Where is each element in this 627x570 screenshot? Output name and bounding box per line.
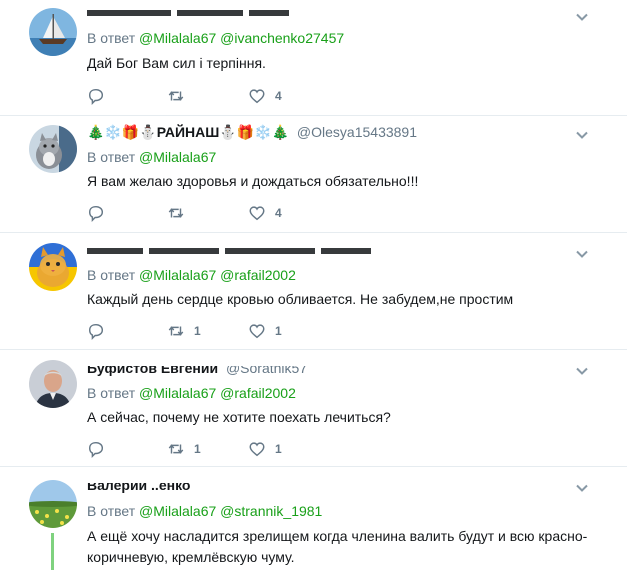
avatar-man-photo	[29, 360, 77, 408]
more-menu-button[interactable]	[575, 481, 589, 495]
like-button[interactable]: 4	[248, 86, 282, 106]
heart-icon	[249, 206, 265, 221]
avatar[interactable]	[29, 360, 77, 408]
more-menu-button[interactable]	[575, 128, 589, 142]
avatar-ship-image	[29, 8, 77, 56]
user-handle[interactable]: @Soratnik57	[226, 366, 307, 376]
retweet-icon	[168, 91, 184, 101]
reply-icon	[88, 441, 104, 458]
mention-link[interactable]: @rafail2002	[220, 267, 296, 283]
heart-icon	[249, 89, 265, 104]
chevron-down-icon	[576, 250, 588, 258]
mention-link[interactable]: @Milalala67	[139, 149, 216, 165]
avatar-cat-image	[29, 125, 77, 173]
avatar[interactable]	[29, 243, 77, 291]
reply-button[interactable]	[87, 439, 114, 459]
like-button[interactable]: 1	[248, 439, 282, 459]
tweet-text: Каждый день сердце кровью обливается. Не…	[87, 291, 514, 307]
retweet-count: 1	[194, 324, 201, 338]
tweet-header: Буфистов Евгений @Soratnik57	[87, 366, 307, 376]
retweet-button[interactable]: 1	[167, 321, 201, 341]
reply-prefix: В ответ	[87, 149, 136, 165]
heart-icon	[249, 442, 265, 457]
tweet-header: Валерий ..енко	[87, 483, 194, 493]
like-button[interactable]: 4	[248, 203, 282, 223]
more-menu-button[interactable]	[575, 10, 589, 24]
user-handle[interactable]: @Olesya15433891	[297, 124, 417, 140]
reply-context: В ответ @Milalala67 @strannik_1981	[87, 502, 322, 520]
reply-button[interactable]	[87, 321, 114, 341]
retweet-count: 1	[194, 442, 201, 456]
like-count: 4	[275, 206, 282, 220]
mention-link[interactable]: @rafail2002	[220, 385, 296, 401]
tweet[interactable]: В ответ @Milalala67 @rafail2002 Каждый д…	[0, 233, 627, 350]
mention-link[interactable]: @strannik_1981	[220, 503, 322, 519]
reply-button[interactable]	[87, 203, 114, 223]
mention-link[interactable]: @Milalala67	[139, 503, 216, 519]
display-name[interactable]: 🎄❄️🎁⛄РАЙНАШ⛄🎁❄️🎄	[87, 124, 289, 140]
thread-connector	[51, 533, 54, 570]
tweet[interactable]: 🎄❄️🎁⛄РАЙНАШ⛄🎁❄️🎄 @Olesya15433891 В ответ…	[0, 116, 627, 233]
like-count: 1	[275, 442, 282, 456]
chevron-down-icon	[576, 367, 588, 375]
reply-context: В ответ @Milalala67 @rafail2002	[87, 266, 296, 284]
tweet[interactable]: В ответ @Milalala67 @ivanchenko27457 Дай…	[0, 0, 627, 116]
tweet-header	[87, 10, 295, 20]
tweet-text: Дай Бог Вам сил і терпіння.	[87, 55, 266, 71]
reply-context: В ответ @Milalala67	[87, 148, 216, 166]
tweet[interactable]: Валерий ..енко В ответ @Milalala67 @stra…	[0, 467, 627, 570]
reply-icon	[88, 88, 104, 105]
avatar[interactable]	[29, 125, 77, 173]
display-name[interactable]: Валерий ..енко	[87, 483, 190, 493]
reply-prefix: В ответ	[87, 267, 136, 283]
mention-link[interactable]: @Milalala67	[139, 267, 216, 283]
tweet-text: А ещё хочу насладится зрелищем когда чле…	[87, 528, 588, 565]
tweet[interactable]: Буфистов Евгений @Soratnik57 В ответ @Mi…	[0, 350, 627, 467]
reply-context: В ответ @Milalala67 @rafail2002	[87, 384, 296, 402]
chevron-down-icon	[576, 484, 588, 492]
retweet-button[interactable]	[167, 203, 194, 223]
reply-button[interactable]	[87, 86, 114, 106]
avatar[interactable]	[29, 8, 77, 56]
mention-link[interactable]: @ivanchenko27457	[220, 30, 344, 46]
avatar[interactable]	[29, 480, 77, 528]
more-menu-button[interactable]	[575, 247, 589, 261]
like-count: 1	[275, 324, 282, 338]
reply-prefix: В ответ	[87, 385, 136, 401]
retweet-icon	[168, 208, 184, 218]
reply-icon	[88, 323, 104, 340]
reply-prefix: В ответ	[87, 503, 136, 519]
mention-link[interactable]: @Milalala67	[139, 385, 216, 401]
retweet-button[interactable]	[167, 86, 194, 106]
avatar-field-image	[29, 480, 77, 528]
heart-icon	[249, 324, 265, 339]
like-count: 4	[275, 89, 282, 103]
reply-context: В ответ @Milalala67 @ivanchenko27457	[87, 29, 344, 47]
tweet-header: 🎄❄️🎁⛄РАЙНАШ⛄🎁❄️🎄 @Olesya15433891	[87, 124, 417, 140]
avatar-cat-flag-image	[29, 243, 77, 291]
chevron-down-icon	[576, 13, 588, 21]
mention-link[interactable]: @Milalala67	[139, 30, 216, 46]
reply-prefix: В ответ	[87, 30, 136, 46]
more-menu-button[interactable]	[575, 364, 589, 378]
tweet-text: А сейчас, почему не хотите поехать лечит…	[87, 409, 391, 425]
retweet-icon	[168, 444, 184, 454]
tweet-text: Я вам желаю здоровья и дождаться обязате…	[87, 173, 419, 189]
display-name[interactable]: Буфистов Евгений	[87, 366, 218, 376]
like-button[interactable]: 1	[248, 321, 282, 341]
retweet-button[interactable]: 1	[167, 439, 201, 459]
chevron-down-icon	[576, 131, 588, 139]
reply-icon	[88, 205, 104, 222]
tweet-header	[87, 248, 377, 258]
retweet-icon	[168, 326, 184, 336]
